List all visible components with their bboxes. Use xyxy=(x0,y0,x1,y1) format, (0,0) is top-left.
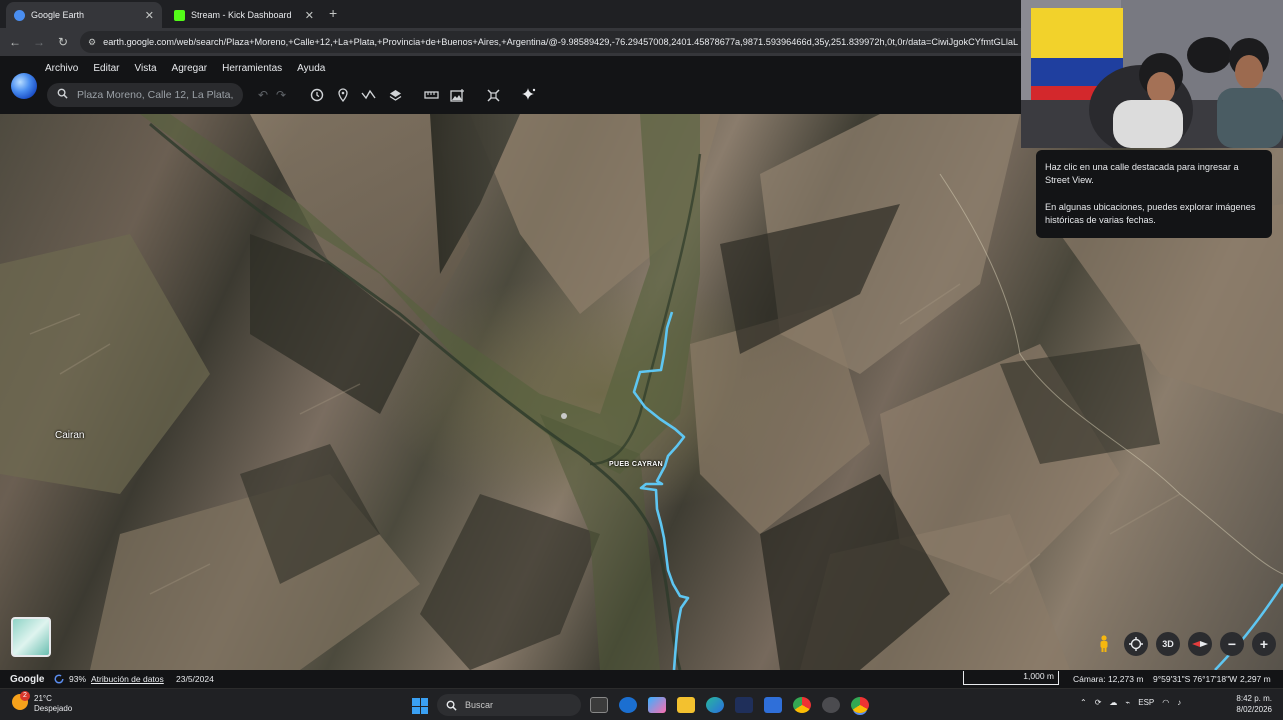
webcam-overlay xyxy=(1021,0,1283,148)
menu-agregar[interactable]: Agregar xyxy=(172,63,208,74)
copilot-icon[interactable] xyxy=(648,697,666,713)
weather-temp: 21°C xyxy=(34,694,52,703)
store-icon[interactable] xyxy=(735,697,753,713)
google-brand: Google xyxy=(10,673,45,685)
pegman-icon[interactable] xyxy=(1092,632,1116,656)
windows-start-icon[interactable] xyxy=(412,698,428,714)
clock-time: 8:42 p. m. xyxy=(1236,694,1272,703)
path-icon[interactable] xyxy=(360,86,378,104)
redo-icon[interactable]: ↷ xyxy=(272,86,290,104)
tab-kick-dashboard[interactable]: Stream - Kick Dashboard ✕ xyxy=(166,2,322,28)
camera-altitude: Cámara: 12,273 m xyxy=(1073,674,1144,684)
placemark-icon[interactable] xyxy=(334,86,352,104)
search-icon xyxy=(57,86,68,104)
google-earth-favicon-icon xyxy=(14,9,25,21)
loading-spinner-icon xyxy=(54,674,64,684)
clock-date: 8/02/2026 xyxy=(1236,705,1272,714)
my-location-icon[interactable] xyxy=(1124,632,1148,656)
map-style-thumbnail[interactable] xyxy=(11,617,51,657)
tray-cloud-icon[interactable]: ☁ xyxy=(1109,698,1117,707)
ruler-icon[interactable] xyxy=(422,86,440,104)
menu-archivo[interactable]: Archivo xyxy=(45,63,78,74)
toggle-3d-button[interactable]: 3D xyxy=(1156,632,1180,656)
tray-sync-icon[interactable]: ⟳ xyxy=(1095,698,1102,707)
image-icon[interactable] xyxy=(448,86,466,104)
map-controls: 3D − + xyxy=(1092,632,1276,656)
mail-icon[interactable] xyxy=(764,697,782,713)
data-attribution-link[interactable]: Atribución de datos xyxy=(91,674,164,684)
taskbar-clock[interactable]: 8:42 p. m. 8/02/2026 xyxy=(1232,693,1272,715)
cursor-marker xyxy=(561,413,567,419)
imagery-date[interactable]: 23/5/2024 xyxy=(176,674,214,684)
tooltip-line-2: En algunas ubicaciones, puedes explorar … xyxy=(1045,202,1256,225)
language-indicator[interactable]: ESP xyxy=(1138,698,1154,707)
tray-chevron-icon[interactable]: ⌃ xyxy=(1080,698,1087,707)
file-explorer-icon[interactable] xyxy=(677,697,695,713)
tab-title: Google Earth xyxy=(31,10,85,20)
weather-desc: Despejado xyxy=(34,704,73,713)
load-percent: 93% xyxy=(69,674,87,684)
search-input[interactable] xyxy=(77,89,237,101)
notification-badge: 2 xyxy=(20,691,30,701)
new-tab-icon[interactable]: + xyxy=(329,5,337,21)
system-tray: ⌃ ⟳ ☁ ⌁ ESP ◠ ♪ xyxy=(1080,698,1181,707)
kick-favicon-icon xyxy=(174,9,185,21)
back-icon[interactable]: ← xyxy=(3,35,27,49)
place-label-cairan[interactable]: Cairan xyxy=(55,430,84,441)
history-icon[interactable] xyxy=(308,86,326,104)
menu-editar[interactable]: Editar xyxy=(93,63,119,74)
menu-herramientas[interactable]: Herramientas xyxy=(222,63,282,74)
place-label-pueb-cayran[interactable]: PUEB CAYRAN xyxy=(609,461,663,468)
tab-google-earth[interactable]: Google Earth ✕ xyxy=(6,2,162,28)
search-icon xyxy=(446,700,457,711)
sparkle-icon[interactable] xyxy=(520,86,538,104)
search-box[interactable] xyxy=(47,83,243,107)
street-view-tooltip: Haz clic en una calle destacada para ing… xyxy=(1036,150,1272,238)
volume-icon[interactable]: ♪ xyxy=(1177,698,1181,707)
scale-bar: 1,000 m xyxy=(963,671,1059,685)
tray-vpn-icon[interactable]: ⌁ xyxy=(1125,698,1130,707)
edge-icon[interactable] xyxy=(706,697,724,713)
sun-icon: 2 xyxy=(12,691,30,710)
compass-icon[interactable] xyxy=(1188,632,1212,656)
chrome-icon[interactable] xyxy=(793,697,811,713)
menu-ayuda[interactable]: Ayuda xyxy=(297,63,325,74)
ground-elevation: 2,297 m xyxy=(1240,674,1271,684)
chrome-active-icon[interactable] xyxy=(851,697,869,713)
webcam-feed-image xyxy=(1021,0,1283,148)
tab-title: Stream - Kick Dashboard xyxy=(191,10,292,20)
menu-bar: Archivo Editar Vista Agregar Herramienta… xyxy=(45,63,340,74)
steam-icon[interactable] xyxy=(619,697,637,713)
taskbar-search-placeholder: Buscar xyxy=(465,700,494,710)
tooltip-line-1: Haz clic en una calle destacada para ing… xyxy=(1045,162,1239,185)
task-view-icon[interactable] xyxy=(590,697,608,713)
address-bar[interactable]: ⚙ earth.google.com/web/search/Plaza+More… xyxy=(80,31,1040,53)
toolbar: ↶ ↷ xyxy=(254,86,538,104)
undo-icon[interactable]: ↶ xyxy=(254,86,272,104)
zoom-in-icon[interactable]: + xyxy=(1252,632,1276,656)
close-tab-icon[interactable]: ✕ xyxy=(145,9,154,22)
site-info-icon[interactable]: ⚙ xyxy=(88,37,96,48)
forward-icon[interactable]: → xyxy=(27,35,51,49)
cursor-coordinates: 9°59'31"S 76°17'18"W xyxy=(1153,674,1238,684)
obs-icon[interactable] xyxy=(822,697,840,713)
windows-taskbar: 2 21°C Despejado Buscar ⌃ ⟳ ☁ ⌁ ESP ◠ ♪ … xyxy=(0,688,1283,720)
project-icon[interactable] xyxy=(484,86,502,104)
taskbar-search[interactable]: Buscar xyxy=(437,694,581,716)
google-earth-logo-icon[interactable] xyxy=(11,73,37,99)
weather-widget[interactable]: 2 21°C Despejado xyxy=(12,691,73,714)
zoom-out-icon[interactable]: − xyxy=(1220,632,1244,656)
earth-status-bar: Google 93% Atribución de datos 23/5/2024… xyxy=(0,670,1283,688)
screen: Google Earth ✕ Stream - Kick Dashboard ✕… xyxy=(0,0,1283,720)
reload-icon[interactable]: ↻ xyxy=(51,35,75,49)
url-text: earth.google.com/web/search/Plaza+Moreno… xyxy=(103,37,1019,47)
load-progress: 93% xyxy=(54,674,86,684)
taskbar-apps xyxy=(590,697,869,713)
close-tab-icon[interactable]: ✕ xyxy=(305,9,314,22)
menu-vista[interactable]: Vista xyxy=(134,63,156,74)
wifi-icon[interactable]: ◠ xyxy=(1162,698,1169,707)
layers-icon[interactable] xyxy=(386,86,404,104)
